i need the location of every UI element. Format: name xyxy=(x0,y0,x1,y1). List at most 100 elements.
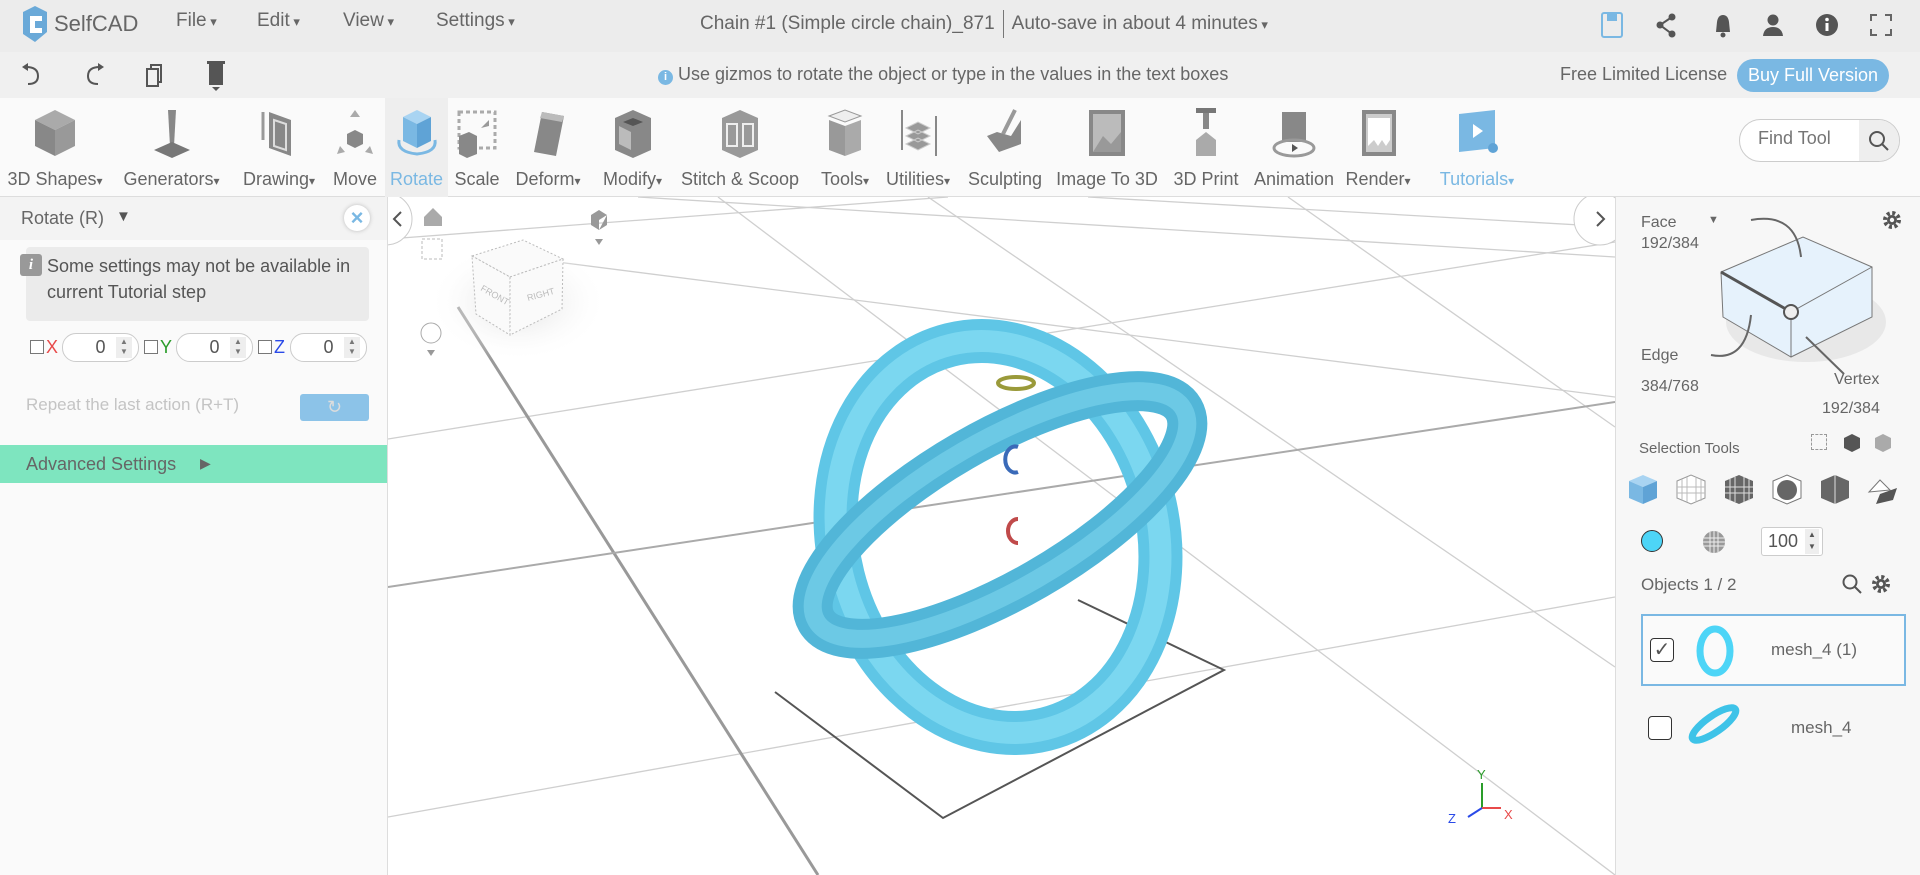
select-through-icon[interactable] xyxy=(1841,432,1863,454)
tool-drawing[interactable]: Drawing xyxy=(233,98,325,197)
x-rotation-input[interactable]: 0 ▲ ▼ xyxy=(62,333,139,362)
face-mode-label[interactable]: Face xyxy=(1641,214,1677,232)
tool-sculpting[interactable]: Sculpting xyxy=(962,98,1048,197)
bell-icon[interactable] xyxy=(1708,10,1738,40)
select-half-icon[interactable] xyxy=(1818,472,1852,506)
tool-3d-print[interactable]: 3D Print xyxy=(1165,98,1247,197)
find-tool-search[interactable] xyxy=(1739,119,1900,162)
axis-indicator: Y X Z xyxy=(1448,767,1513,826)
hint-text: Use gizmos to rotate the object or type … xyxy=(678,64,1229,84)
cube-icon xyxy=(35,110,75,156)
find-tool-input[interactable] xyxy=(1758,128,1858,149)
close-panel-button[interactable]: × xyxy=(344,205,370,231)
objects-count: Objects 1 / 2 xyxy=(1641,575,1737,594)
rotate-gizmo-x[interactable] xyxy=(1006,517,1019,545)
tool-tutorials[interactable]: Tutorials xyxy=(1432,98,1522,197)
advanced-settings-label: Advanced Settings xyxy=(26,454,177,474)
object-list-item-selected[interactable]: ✓ mesh_4 (1) xyxy=(1641,614,1906,686)
menu-file[interactable]: File xyxy=(176,10,217,32)
select-sphere-icon[interactable] xyxy=(1770,472,1804,506)
share-icon[interactable] xyxy=(1652,10,1682,40)
select-object-icon[interactable] xyxy=(1626,472,1660,506)
menu-edit[interactable]: Edit xyxy=(257,10,300,32)
repeat-action-button[interactable]: ↻ xyxy=(300,394,369,421)
select-faces-icon[interactable] xyxy=(1674,472,1708,506)
mesh-rings[interactable] xyxy=(779,306,1220,768)
tool-label: Move xyxy=(332,169,378,189)
image-to-3d-icon xyxy=(1089,110,1125,156)
collapse-right-panel-button[interactable] xyxy=(1573,197,1615,246)
z-rotation-input[interactable]: 0 ▲ ▼ xyxy=(290,333,367,362)
rotate-gizmo-z[interactable] xyxy=(1003,444,1019,475)
object-list-item[interactable]: mesh_4 xyxy=(1641,694,1906,766)
autosave-status[interactable]: Auto-save in about 4 minutes xyxy=(1012,13,1258,34)
buy-full-version-button[interactable]: Buy Full Version xyxy=(1737,59,1889,92)
texture-sphere-icon[interactable] xyxy=(1702,530,1726,554)
tool-move[interactable]: Move xyxy=(328,98,382,197)
z-axis-checkbox[interactable] xyxy=(258,340,272,354)
tool-generators[interactable]: Generators xyxy=(114,98,229,197)
3d-viewport[interactable]: RIGHT FRONT Y X Z xyxy=(388,197,1615,875)
color-picker[interactable] xyxy=(1641,530,1663,552)
orbit-icon[interactable] xyxy=(420,322,442,344)
menu-settings[interactable]: Settings xyxy=(436,10,515,32)
user-icon[interactable] xyxy=(1758,10,1788,40)
tool-stitch-scoop[interactable]: Stitch & Scoop xyxy=(675,98,805,197)
tool-modify[interactable]: Modify xyxy=(593,98,672,197)
vertex-mode-label[interactable]: Vertex xyxy=(1834,371,1879,389)
y-spinner[interactable]: ▲ ▼ xyxy=(230,337,246,358)
svg-text:Z: Z xyxy=(1448,811,1456,826)
animation-icon xyxy=(1272,112,1316,158)
tool-image-to-3d[interactable]: Image To 3D xyxy=(1052,98,1162,197)
box-select-icon[interactable] xyxy=(1811,434,1827,450)
z-spinner[interactable]: ▲ ▼ xyxy=(344,337,360,358)
zoom-fit-icon[interactable] xyxy=(421,238,443,260)
tool-render[interactable]: Render xyxy=(1340,98,1416,197)
tool-scale[interactable]: Scale xyxy=(450,98,504,197)
tool-label: Utilities xyxy=(886,169,950,190)
advanced-settings-toggle[interactable]: Advanced Settings ▶ xyxy=(0,445,387,483)
document-title-area: Chain #1 (Simple circle chain)_871 Auto-s… xyxy=(700,10,1268,38)
select-visible-icon[interactable] xyxy=(1872,432,1894,454)
undo-icon[interactable] xyxy=(18,61,46,89)
selfcad-logo[interactable]: SelfCAD xyxy=(20,6,138,42)
select-plane-icon[interactable] xyxy=(1866,472,1900,506)
x-axis-checkbox[interactable] xyxy=(30,340,44,354)
tool-animation[interactable]: Animation xyxy=(1250,98,1338,197)
save-icon[interactable] xyxy=(1598,10,1628,40)
document-title[interactable]: Chain #1 (Simple circle chain)_871 xyxy=(700,13,995,34)
search-icon[interactable] xyxy=(1841,573,1863,595)
menu-view[interactable]: View xyxy=(343,10,394,32)
gear-icon[interactable] xyxy=(1870,573,1892,595)
select-polygons-icon[interactable] xyxy=(1722,472,1756,506)
tool-tools[interactable]: Tools xyxy=(808,98,882,197)
vertex-marker[interactable] xyxy=(1783,304,1799,320)
info-icon[interactable] xyxy=(1812,10,1842,40)
search-button[interactable] xyxy=(1859,120,1899,161)
y-axis-label: Y xyxy=(160,337,173,357)
copy-icon[interactable] xyxy=(140,61,168,89)
x-spinner[interactable]: ▲ ▼ xyxy=(116,337,132,358)
object-checkbox-checked[interactable]: ✓ xyxy=(1650,638,1674,662)
tool-utilities[interactable]: Utilities xyxy=(878,98,958,197)
redo-icon[interactable] xyxy=(80,61,108,89)
panel-collapse-icon[interactable]: ▼ xyxy=(116,208,131,225)
edge-mode-label[interactable]: Edge xyxy=(1641,347,1678,365)
tool-3d-shapes[interactable]: 3D Shapes xyxy=(0,98,110,197)
y-axis-checkbox[interactable] xyxy=(144,340,158,354)
opacity-spinner[interactable]: ▲ ▼ xyxy=(1805,529,1819,554)
delete-icon[interactable] xyxy=(202,58,230,92)
perspective-cube-icon[interactable] xyxy=(591,210,607,230)
tool-deform[interactable]: Deform xyxy=(505,98,591,197)
tool-label: Sculpting xyxy=(967,169,1043,189)
tool-label: Deform xyxy=(515,169,580,190)
rotate-gizmo-y[interactable] xyxy=(996,375,1036,391)
tool-rotate[interactable]: Rotate xyxy=(385,98,448,197)
object-checkbox[interactable] xyxy=(1648,716,1672,740)
home-icon[interactable] xyxy=(424,208,442,226)
opacity-input[interactable]: 100 ▲ ▼ xyxy=(1761,527,1823,556)
selection-mode-cube[interactable] xyxy=(1696,212,1896,382)
scene-canvas[interactable]: RIGHT FRONT Y X Z xyxy=(388,197,1615,875)
y-rotation-input[interactable]: 0 ▲ ▼ xyxy=(176,333,253,362)
fullscreen-icon[interactable] xyxy=(1866,10,1896,40)
